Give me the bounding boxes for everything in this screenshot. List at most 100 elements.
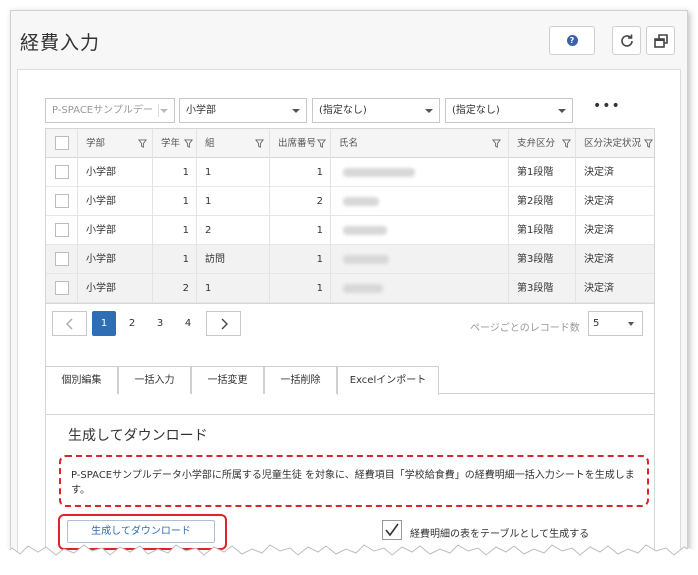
pager: 1 2 3 4 ページごとのレコード数 5 <box>46 303 654 343</box>
row-checkbox[interactable] <box>55 165 69 179</box>
cell-status: 決定済 <box>584 225 614 236</box>
title-bar: 経費入力 ? <box>11 11 687 69</box>
column-header-dept[interactable]: 学部 <box>78 129 153 158</box>
column-header-name[interactable]: 氏名 <box>331 129 509 158</box>
cell-number: 1 <box>270 274 331 303</box>
cell-name <box>331 274 509 303</box>
chevron-down-icon <box>160 109 168 113</box>
filter-icon[interactable] <box>138 139 147 148</box>
content-area: P-SPACEサンプルデー 小学部 (指定なし) (指定なし) ••• 学部 学… <box>17 69 681 564</box>
filter-select-2-value: (指定なし) <box>319 105 367 116</box>
table-row[interactable]: 小学部 1 訪問 1 第3段階 決定済 <box>46 245 654 274</box>
page-4[interactable]: 4 <box>176 311 200 336</box>
page-2[interactable]: 2 <box>120 311 144 336</box>
filter-icon[interactable] <box>562 139 571 148</box>
redacted-name <box>343 254 389 264</box>
filter-icon[interactable] <box>492 139 501 148</box>
cell-number: 1 <box>270 216 331 245</box>
cell-dept: 小学部 <box>78 274 153 303</box>
filter-select-3-value: (指定なし) <box>452 105 500 116</box>
tab-individual-edit[interactable]: 個別編集 <box>45 366 118 394</box>
filter-select-3[interactable]: (指定なし) <box>445 98 573 123</box>
cell-number: 1 <box>270 245 331 274</box>
cell-grade: 1 <box>153 187 197 216</box>
cell-name <box>331 245 509 274</box>
table-row[interactable]: 小学部 1 1 2 第2段階 決定済 <box>46 187 654 216</box>
filter-icon[interactable] <box>255 139 264 148</box>
tab-excel-import[interactable]: Excelインポート <box>337 366 439 395</box>
help-button[interactable]: ? <box>549 26 595 55</box>
tab-bulk-input[interactable]: 一括入力 <box>118 366 191 394</box>
page-size-label: ページごとのレコード数 <box>470 323 580 334</box>
cell-grade: 1 <box>153 245 197 274</box>
next-page-button[interactable] <box>206 311 241 336</box>
tab-bulk-delete[interactable]: 一括削除 <box>264 366 337 394</box>
chevron-down-icon <box>292 109 300 113</box>
cell-support: 第2段階 <box>509 187 576 216</box>
school-select-value: P-SPACEサンプルデー <box>52 105 153 116</box>
cell-grade: 2 <box>153 274 197 303</box>
cell-number: 1 <box>270 158 331 187</box>
cell-grade: 1 <box>153 158 197 187</box>
question-circle-icon: ? <box>566 35 578 46</box>
column-header-grade[interactable]: 学年 <box>153 129 197 158</box>
cell-support: 第1段階 <box>509 216 576 245</box>
filter-icon[interactable] <box>184 139 193 148</box>
division-select[interactable]: 小学部 <box>179 98 307 123</box>
section-title: 生成してダウンロード <box>68 428 208 444</box>
popout-button[interactable] <box>646 26 675 55</box>
cell-grade: 1 <box>153 216 197 245</box>
table-row[interactable]: 小学部 1 1 1 第1段階 決定済 <box>46 158 654 187</box>
page-1[interactable]: 1 <box>92 311 116 336</box>
redacted-name <box>343 225 387 235</box>
filter-select-2[interactable]: (指定なし) <box>312 98 440 123</box>
row-checkbox[interactable] <box>55 223 69 237</box>
cell-status: 決定済 <box>584 167 614 178</box>
cell-support: 第3段階 <box>509 245 576 274</box>
cell-class: 訪問 <box>197 245 270 274</box>
row-checkbox[interactable] <box>55 281 69 295</box>
prev-page-button[interactable] <box>52 311 87 336</box>
redacted-name <box>343 196 379 206</box>
column-header-status[interactable]: 区分決定状況 <box>576 129 654 158</box>
torn-edge <box>0 544 698 575</box>
cell-class: 1 <box>197 274 270 303</box>
cell-class: 1 <box>197 187 270 216</box>
table-row[interactable]: 小学部 1 2 1 第1段階 決定済 <box>46 216 654 245</box>
chevron-down-icon <box>558 109 566 113</box>
chevron-right-icon <box>221 318 228 329</box>
page-size-select[interactable]: 5 <box>588 311 643 336</box>
cell-number: 2 <box>270 187 331 216</box>
refresh-button[interactable] <box>612 26 641 55</box>
cell-class: 2 <box>197 216 270 245</box>
cell-dept: 小学部 <box>78 158 153 187</box>
row-checkbox[interactable] <box>55 252 69 266</box>
cell-name <box>331 158 509 187</box>
page-3[interactable]: 3 <box>148 311 172 336</box>
cell-support: 第3段階 <box>509 274 576 303</box>
cell-class: 1 <box>197 158 270 187</box>
chevron-down-icon <box>628 322 634 326</box>
cell-dept: 小学部 <box>78 216 153 245</box>
column-header-number[interactable]: 出席番号 <box>270 129 331 158</box>
table-row[interactable]: 小学部 2 1 1 第3段階 決定済 <box>46 274 654 303</box>
filter-icon[interactable] <box>644 139 653 148</box>
app-window: 経費入力 ? P-SPACEサンプルデー 小学部 (指定なし) (指定なし) •… <box>10 10 688 565</box>
popout-window-icon <box>653 33 668 48</box>
column-header-class[interactable]: 組 <box>197 129 270 158</box>
cell-dept: 小学部 <box>78 245 153 274</box>
tab-bar: 個別編集 一括入力 一括変更 一括削除 Excelインポート <box>45 366 655 395</box>
division-select-value: 小学部 <box>186 105 216 116</box>
filter-icon[interactable] <box>317 139 326 148</box>
more-options-button[interactable]: ••• <box>593 99 620 117</box>
row-checkbox[interactable] <box>55 194 69 208</box>
select-all-checkbox[interactable] <box>55 136 69 150</box>
column-header-support[interactable]: 支弁区分 <box>509 129 576 158</box>
redacted-name <box>343 167 415 177</box>
cell-status: 決定済 <box>584 283 614 294</box>
school-select[interactable]: P-SPACEサンプルデー <box>45 98 175 123</box>
tab-bulk-change[interactable]: 一括変更 <box>191 366 264 394</box>
cell-status: 決定済 <box>584 254 614 265</box>
cell-status: 決定済 <box>584 196 614 207</box>
chevron-left-icon <box>65 318 72 329</box>
